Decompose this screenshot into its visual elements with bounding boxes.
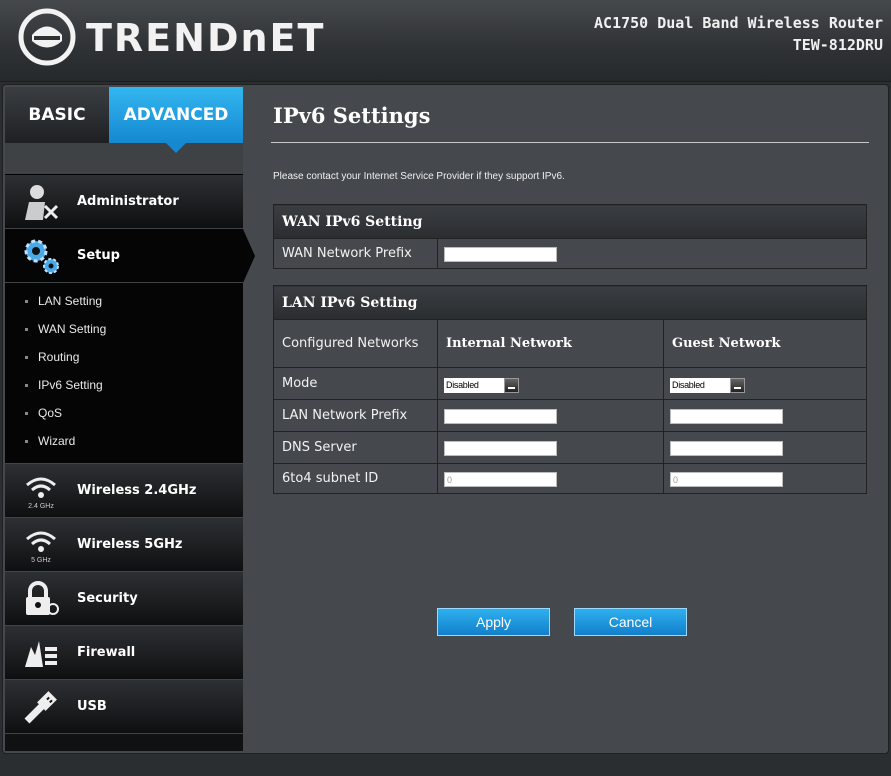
submenu-label: WAN Setting	[38, 322, 107, 336]
wifi-icon: 2.4 GHz	[19, 471, 63, 511]
internal-mode-select[interactable]: Disabled	[444, 377, 519, 393]
internal-mode-value: Disabled	[444, 377, 504, 393]
submenu-label: LAN Setting	[38, 294, 103, 308]
wan-network-prefix-input[interactable]	[444, 247, 557, 262]
isp-note: Please contact your Internet Service Pro…	[273, 171, 565, 182]
sidebar-item-firewall[interactable]: Firewall	[5, 626, 243, 680]
submenu-item-qos[interactable]: QoS	[5, 399, 243, 427]
brand-name: TRENDnET	[86, 16, 326, 60]
bullet-icon	[25, 439, 28, 443]
submenu-item-routing[interactable]: Routing	[5, 343, 243, 371]
guest-mode-cell: Disabled	[663, 367, 867, 400]
bullet-icon	[25, 299, 28, 303]
submenu-item-ipv6-setting[interactable]: IPv6 Setting	[5, 371, 243, 399]
guest-subnet-id-input[interactable]	[670, 472, 783, 487]
chevron-down-icon[interactable]	[504, 377, 519, 393]
submenu-label: Wizard	[38, 434, 76, 448]
sidebar-item-label: Wireless 2.4GHz	[77, 483, 197, 498]
trendnet-logo-icon	[18, 8, 76, 66]
title-divider	[271, 142, 869, 143]
bullet-icon	[25, 383, 28, 387]
internal-mode-cell: Disabled	[437, 367, 664, 400]
sidebar-item-label: Firewall	[77, 645, 136, 660]
content-area: IPv6 Settings Please contact your Intern…	[271, 103, 869, 636]
internal-network-header: Internal Network	[437, 319, 664, 368]
sidebar-item-wireless-24ghz[interactable]: 2.4 GHz Wireless 2.4GHz	[5, 464, 243, 518]
internal-lan-prefix-input[interactable]	[444, 409, 557, 424]
internal-dns-server-input[interactable]	[444, 441, 557, 456]
cancel-button[interactable]: Cancel	[574, 608, 687, 636]
submenu-item-wizard[interactable]: Wizard	[5, 427, 243, 455]
wan-ipv6-table: WAN IPv6 Setting WAN Network Prefix	[273, 204, 867, 269]
product-line: AC1750 Dual Band Wireless Router	[594, 14, 883, 32]
sidebar-item-label: Administrator	[77, 194, 179, 209]
mode-label: Mode	[273, 367, 438, 400]
submenu-item-wan-setting[interactable]: WAN Setting	[5, 315, 243, 343]
tab-spacer	[5, 143, 243, 175]
guest-mode-select[interactable]: Disabled	[670, 377, 745, 393]
model-number: TEW-812DRU	[792, 36, 883, 54]
dns-server-label: DNS Server	[273, 431, 438, 464]
guest-network-header: Guest Network	[663, 319, 867, 368]
sidebar-item-label: USB	[77, 699, 107, 714]
tab-advanced[interactable]: ADVANCED	[109, 87, 243, 153]
lan-ipv6-table: LAN IPv6 Setting Configured Networks Int…	[273, 285, 867, 494]
form-buttons: Apply Cancel	[437, 608, 687, 636]
configured-networks-label: Configured Networks	[273, 319, 438, 368]
submenu-label: IPv6 Setting	[38, 378, 103, 392]
lan-prefix-label: LAN Network Prefix	[273, 399, 438, 432]
sidebar-item-wireless-5ghz[interactable]: 5 GHz Wireless 5GHz	[5, 518, 243, 572]
mode-tabs: BASIC ADVANCED	[5, 87, 243, 153]
chevron-down-icon[interactable]	[730, 377, 745, 393]
sidebar-item-security[interactable]: Security	[5, 572, 243, 626]
sidebar-item-usb[interactable]: USB	[5, 680, 243, 734]
main-frame: BASIC ADVANCED Administrator Setup LAN S…	[2, 84, 889, 754]
lock-icon	[19, 579, 63, 619]
guest-lan-prefix-input[interactable]	[670, 409, 783, 424]
administrator-icon	[19, 182, 63, 222]
submenu-label: QoS	[38, 406, 63, 420]
trendnet-logo: TRENDnET	[18, 8, 325, 66]
sidebar: BASIC ADVANCED Administrator Setup LAN S…	[5, 87, 255, 751]
wifi-band-caption: 2.4 GHz	[28, 503, 54, 510]
submenu-item-lan-setting[interactable]: LAN Setting	[5, 287, 243, 315]
submenu-label: Routing	[38, 350, 80, 364]
bullet-icon	[25, 327, 28, 331]
gears-icon	[19, 236, 63, 276]
page-title: IPv6 Settings	[273, 103, 431, 128]
sidebar-item-label: Setup	[77, 248, 120, 263]
apply-button[interactable]: Apply	[437, 608, 550, 636]
header-bar: TRENDnET AC1750 Dual Band Wireless Route…	[0, 0, 891, 82]
usb-icon	[19, 687, 63, 727]
wan-section-heading: WAN IPv6 Setting	[273, 204, 867, 239]
wifi-icon: 5 GHz	[19, 525, 63, 565]
wan-prefix-cell	[437, 238, 867, 269]
firewall-icon	[19, 633, 63, 673]
bullet-icon	[25, 411, 28, 415]
subnet-id-label: 6to4 subnet ID	[273, 463, 438, 494]
setup-submenu: LAN Setting WAN Setting Routing IPv6 Set…	[5, 283, 243, 464]
guest-dns-server-input[interactable]	[670, 441, 783, 456]
sidebar-item-label: Wireless 5GHz	[77, 537, 183, 552]
wan-prefix-label: WAN Network Prefix	[273, 238, 438, 269]
lan-section-heading: LAN IPv6 Setting	[273, 285, 867, 320]
sidebar-item-label: Security	[77, 591, 138, 606]
tab-basic[interactable]: BASIC	[5, 87, 109, 143]
guest-mode-value: Disabled	[670, 377, 730, 393]
sidebar-item-administrator[interactable]: Administrator	[5, 175, 243, 229]
model-info: AC1750 Dual Band Wireless Router TEW-812…	[594, 12, 883, 56]
wifi-band-caption: 5 GHz	[31, 557, 51, 564]
sidebar-item-setup[interactable]: Setup	[5, 229, 255, 283]
internal-subnet-id-input[interactable]	[444, 472, 557, 487]
bullet-icon	[25, 355, 28, 359]
